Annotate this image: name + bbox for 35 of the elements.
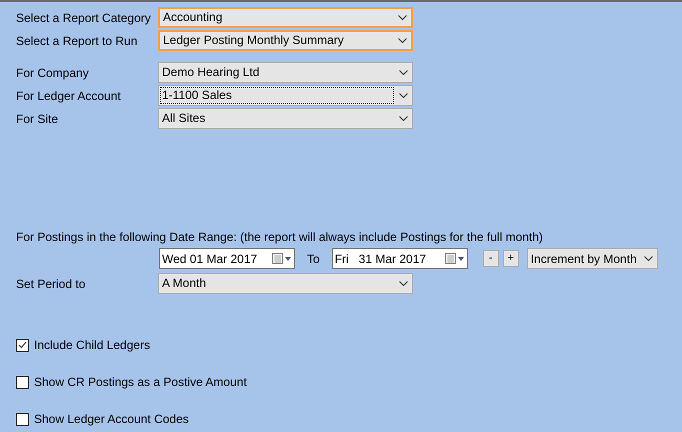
decrement-button[interactable]: - bbox=[482, 250, 499, 267]
checkbox-label: Include Child Ledgers bbox=[34, 337, 150, 354]
field-label: For Company bbox=[16, 64, 90, 82]
field-label: Set Period to bbox=[16, 276, 86, 292]
checkbox[interactable] bbox=[16, 376, 29, 388]
date-field[interactable]: Fri 31 Mar 2017 bbox=[332, 248, 468, 269]
dropdown[interactable]: A Month bbox=[158, 273, 413, 294]
dropdown[interactable]: Increment by Month bbox=[526, 248, 658, 269]
date-range-label: For Postings in the following Date Range: (the report will always include Postings for the full month) bbox=[16, 229, 544, 246]
chevron-down-icon bbox=[399, 280, 408, 286]
field-label: For Ledger Account bbox=[16, 88, 122, 104]
checkbox[interactable] bbox=[16, 412, 29, 426]
checkbox[interactable] bbox=[16, 338, 29, 352]
checkmark-icon bbox=[18, 341, 27, 349]
increment-button[interactable]: + bbox=[502, 250, 519, 267]
chevron-down-icon bbox=[399, 70, 408, 76]
chevron-down-icon bbox=[398, 38, 407, 44]
calendar-dropdown-icon[interactable] bbox=[444, 252, 465, 264]
dropdown[interactable]: Demo Hearing Ltd bbox=[158, 62, 413, 83]
chevron-down-icon bbox=[398, 14, 407, 20]
chevron-down-icon bbox=[644, 256, 653, 262]
dropdown[interactable]: Accounting bbox=[158, 7, 413, 28]
date-field[interactable]: Wed 01 Mar 2017 bbox=[159, 248, 295, 269]
dropdown[interactable]: Ledger Posting Monthly Summary bbox=[158, 30, 413, 51]
checkbox-label: Show CR Postings as a Postive Amount bbox=[34, 374, 247, 391]
to-label: To bbox=[307, 250, 320, 268]
checkbox-label: Show Ledger Account Codes bbox=[34, 411, 189, 428]
dropdown[interactable]: All Sites bbox=[158, 108, 413, 129]
dropdown[interactable]: 1-1100 Sales bbox=[158, 85, 413, 106]
field-label: For Site bbox=[16, 110, 60, 128]
field-label: Select a Report Category bbox=[16, 10, 152, 26]
chevron-down-icon bbox=[399, 116, 408, 122]
calendar-dropdown-icon[interactable] bbox=[272, 252, 292, 264]
field-label: Select a Report to Run bbox=[16, 32, 138, 50]
chevron-down-icon bbox=[399, 92, 408, 98]
